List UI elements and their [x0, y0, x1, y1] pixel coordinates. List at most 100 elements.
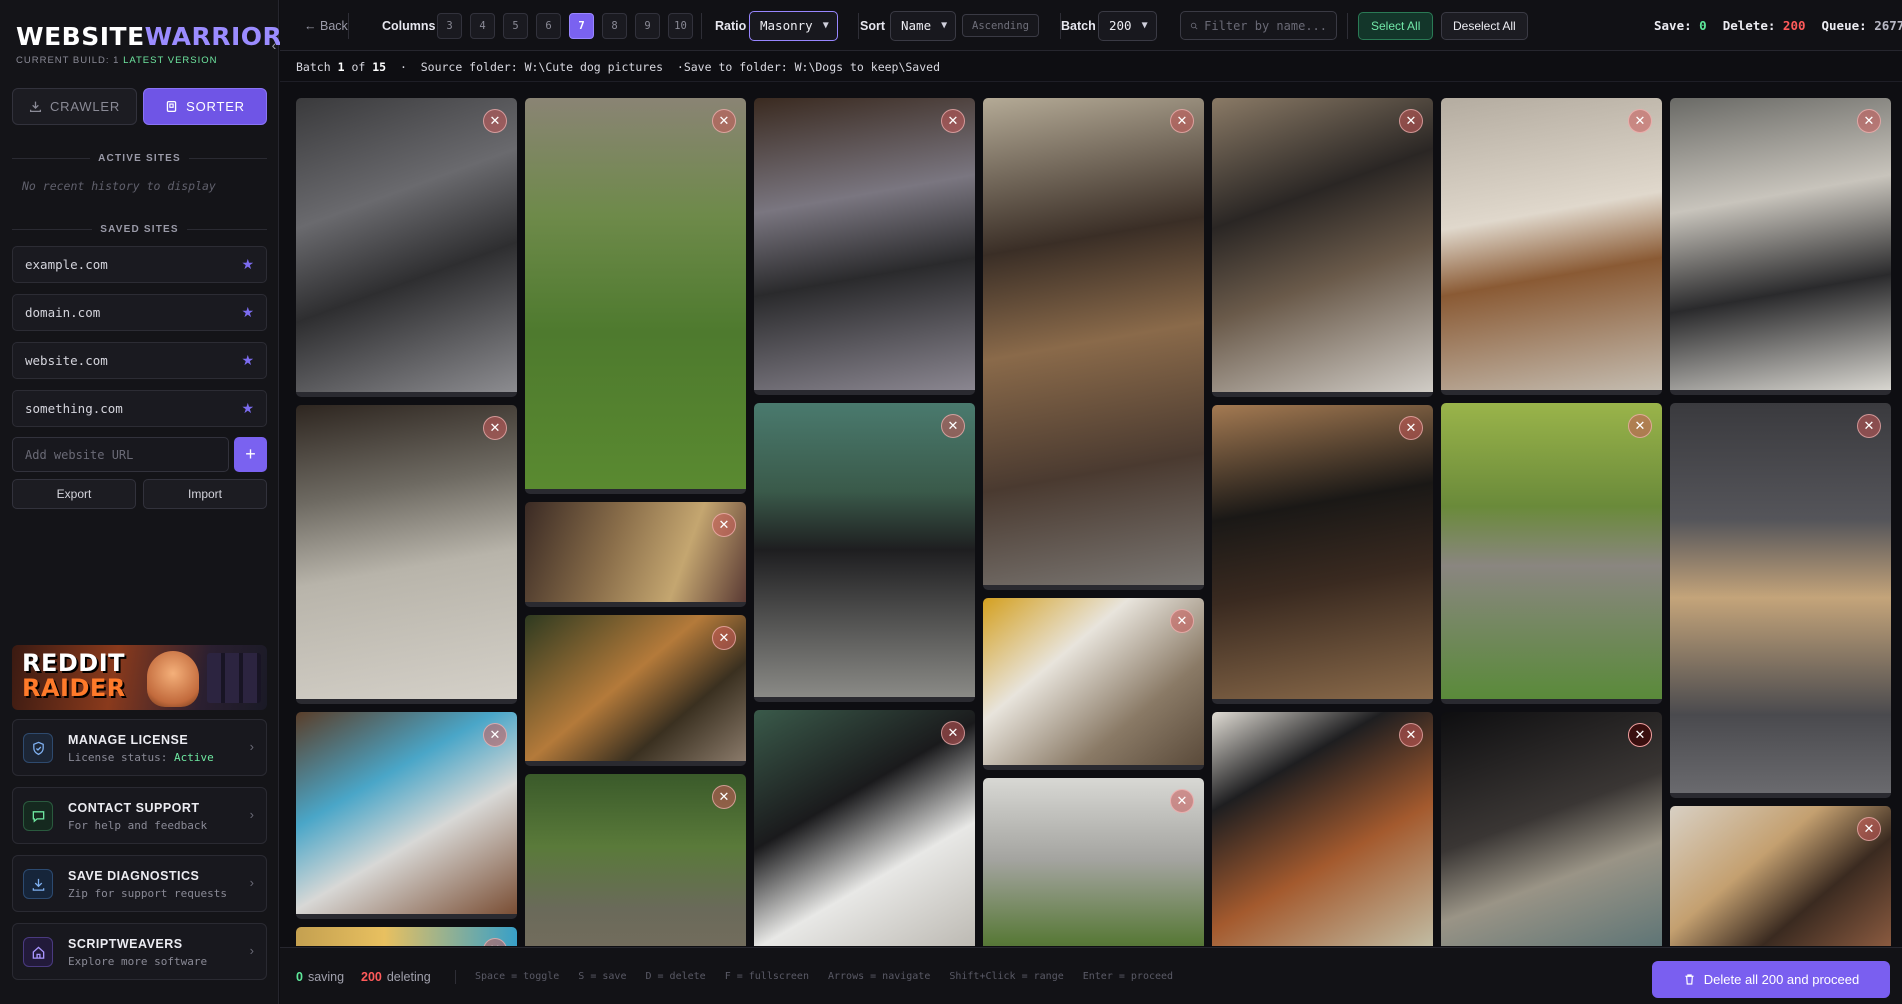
- no-history-text: No recent history to display: [22, 179, 216, 193]
- image-tile[interactable]: ✕: [296, 405, 517, 704]
- close-icon[interactable]: ✕: [1399, 109, 1423, 133]
- queue-stat: Queue: 2677: [1822, 18, 1902, 33]
- queue-count: 2677: [1874, 18, 1902, 33]
- close-icon[interactable]: ✕: [1399, 723, 1423, 747]
- columns-option[interactable]: 3: [437, 12, 462, 39]
- save-diagnostics-card[interactable]: SAVE DIAGNOSTICS Zip for support request…: [12, 855, 267, 912]
- columns-option[interactable]: 9: [635, 12, 660, 39]
- image-tile[interactable]: ✕: [525, 502, 746, 607]
- image-tile[interactable]: ✕: [1670, 403, 1891, 798]
- columns-option[interactable]: 4: [470, 12, 495, 39]
- delete-stat-label: Delete:: [1722, 18, 1776, 33]
- close-icon[interactable]: ✕: [941, 414, 965, 438]
- image-tile[interactable]: ✕: [754, 98, 975, 395]
- close-icon[interactable]: ✕: [941, 721, 965, 745]
- close-icon[interactable]: ✕: [712, 109, 736, 133]
- saved-site-item[interactable]: something.com ★: [12, 390, 267, 427]
- saved-site-item[interactable]: domain.com ★: [12, 294, 267, 331]
- columns-option[interactable]: 6: [536, 12, 561, 39]
- close-icon[interactable]: ✕: [1399, 416, 1423, 440]
- close-icon[interactable]: ✕: [1170, 789, 1194, 813]
- close-icon[interactable]: ✕: [941, 109, 965, 133]
- ratio-select[interactable]: Masonry ▼: [749, 10, 838, 41]
- close-icon[interactable]: ✕: [1857, 109, 1881, 133]
- close-icon[interactable]: ✕: [1857, 414, 1881, 438]
- sort-order-toggle[interactable]: Ascending: [962, 14, 1039, 37]
- image-tile[interactable]: ✕: [1441, 712, 1662, 946]
- star-icon[interactable]: ★: [241, 400, 254, 417]
- image-tile[interactable]: ✕: [1212, 98, 1433, 397]
- image-tile[interactable]: ✕: [1212, 712, 1433, 946]
- image-tile[interactable]: ✕: [754, 403, 975, 702]
- arrow-left-icon: ←: [304, 18, 320, 33]
- image-tile[interactable]: ✕: [296, 712, 517, 919]
- add-website-input[interactable]: [12, 437, 229, 472]
- image-tile[interactable]: ✕: [1212, 405, 1433, 704]
- image-tile[interactable]: ✕: [1670, 806, 1891, 946]
- image-tile[interactable]: ✕: [525, 98, 746, 494]
- back-button[interactable]: ← Back: [304, 0, 348, 51]
- deselect-all-button[interactable]: Deselect All: [1441, 11, 1528, 40]
- star-icon[interactable]: ★: [241, 304, 254, 321]
- image-tile[interactable]: ✕: [983, 98, 1204, 590]
- close-icon[interactable]: ✕: [712, 626, 736, 650]
- saved-site-item[interactable]: website.com ★: [12, 342, 267, 379]
- close-icon[interactable]: ✕: [1170, 109, 1194, 133]
- of-word: of: [351, 59, 366, 74]
- footer-bar: 0 saving 200 deleting Space = toggle S = s…: [280, 947, 1902, 1004]
- saved-site-item[interactable]: example.com ★: [12, 246, 267, 283]
- close-icon[interactable]: ✕: [483, 416, 507, 440]
- chevron-down-icon: ▼: [822, 20, 829, 31]
- select-all-button[interactable]: Select All: [1358, 11, 1434, 40]
- image-tile[interactable]: ✕: [983, 778, 1204, 946]
- save-folder: Save to folder: W:\Dogs to keep\Saved: [683, 59, 941, 74]
- batch-select[interactable]: 200 ▼: [1098, 10, 1157, 41]
- close-icon[interactable]: ✕: [1628, 723, 1652, 747]
- close-icon[interactable]: ✕: [712, 513, 736, 537]
- close-icon[interactable]: ✕: [483, 938, 507, 946]
- reddit-raider-banner[interactable]: REDDIT RAIDER: [12, 645, 267, 710]
- sort-select[interactable]: Name ▼: [890, 10, 957, 41]
- add-website-button[interactable]: +: [234, 437, 267, 472]
- star-icon[interactable]: ★: [241, 256, 254, 273]
- image-tile[interactable]: ✕: [754, 710, 975, 946]
- sorter-mode-button[interactable]: SORTER: [143, 88, 267, 125]
- divider: [348, 12, 349, 39]
- export-button[interactable]: Export: [12, 479, 136, 509]
- close-icon[interactable]: ✕: [1857, 817, 1881, 841]
- contact-support-card[interactable]: CONTACT SUPPORT For help and feedback ›: [12, 787, 267, 844]
- image-tile[interactable]: ✕: [525, 774, 746, 946]
- license-status-value: Active: [173, 751, 214, 764]
- close-icon[interactable]: ✕: [1170, 609, 1194, 633]
- image-tile[interactable]: ✕: [983, 598, 1204, 770]
- image-tile[interactable]: ✕: [1441, 98, 1662, 395]
- columns-option-selected[interactable]: 7: [569, 12, 594, 39]
- logo-part1: WEBSITE: [16, 22, 145, 51]
- columns-selector: 3 4 5 6 7 8 9 10: [437, 0, 701, 51]
- collapse-sidebar-icon[interactable]: ‹: [268, 36, 280, 54]
- image-tile[interactable]: ✕: [1670, 98, 1891, 395]
- shield-icon: [23, 733, 53, 763]
- image-tile[interactable]: ✕: [1441, 403, 1662, 704]
- close-icon[interactable]: ✕: [1628, 109, 1652, 133]
- close-icon[interactable]: ✕: [483, 109, 507, 133]
- columns-option[interactable]: 10: [668, 12, 693, 39]
- columns-option[interactable]: 5: [503, 12, 528, 39]
- image-tile[interactable]: ✕: [525, 615, 746, 766]
- scriptweavers-card[interactable]: SCRIPTWEAVERS Explore more software ›: [12, 923, 267, 980]
- columns-option[interactable]: 8: [602, 12, 627, 39]
- trash-icon: [1685, 974, 1694, 985]
- delete-all-proceed-button[interactable]: Delete all 200 and proceed: [1652, 961, 1890, 998]
- filter-input[interactable]: Filter by name...: [1180, 11, 1337, 40]
- image-tile[interactable]: ✕: [296, 927, 517, 946]
- crawler-mode-button[interactable]: CRAWLER: [12, 88, 137, 125]
- image-tile[interactable]: ✕: [296, 98, 517, 397]
- star-icon[interactable]: ★: [241, 352, 254, 369]
- close-icon[interactable]: ✕: [1628, 414, 1652, 438]
- import-button[interactable]: Import: [143, 479, 267, 509]
- close-icon[interactable]: ✕: [483, 723, 507, 747]
- close-icon[interactable]: ✕: [712, 785, 736, 809]
- batch-word: Batch: [296, 59, 331, 74]
- logo-part2: WARRIOR: [144, 22, 283, 51]
- manage-license-card[interactable]: MANAGE LICENSE License status: Active ›: [12, 719, 267, 776]
